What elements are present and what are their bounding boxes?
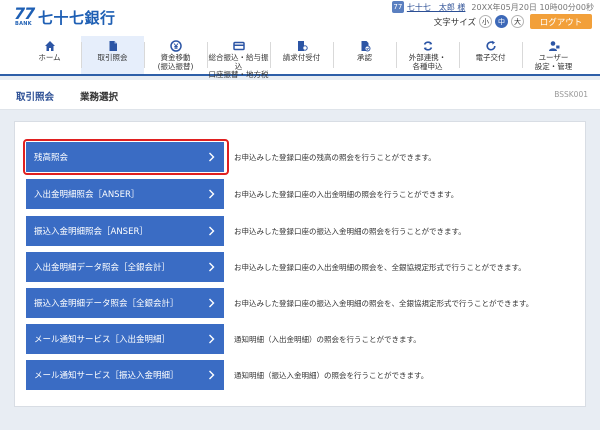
person-document-icon — [295, 40, 309, 52]
font-size-small-button[interactable]: 小 — [479, 15, 492, 28]
nav-label: 請求付受付 — [282, 53, 321, 62]
nav-item-bulk-transfer[interactable]: 総合振込・給与振込 口座振替・地方税 — [207, 36, 270, 79]
menu-row-mail-deposits: メール通知サービス［振込入金明細］ 通知明細（振込入金明細）の照会を行うことがで… — [26, 360, 571, 390]
mail-notice-transactions-button[interactable]: メール通知サービス［入出金明細］ — [26, 324, 224, 354]
deposit-detail-anser-button[interactable]: 振込入金明細照会［ANSER］ — [26, 216, 224, 246]
menu-row-mail-transactions: メール通知サービス［入出金明細］ 通知明細（入出金明細）の照会を行うことができま… — [26, 324, 571, 354]
last-login-time: 20XX年05月20日 10時00分00秒 — [471, 2, 594, 12]
card-icon — [232, 40, 246, 52]
menu-description: お申込みした登録口座の振込入金明細の照会を、全銀協規定形式で行うことができます。 — [234, 299, 534, 308]
balance-inquiry-button[interactable]: 残高照会 — [26, 142, 224, 172]
chevron-right-icon — [206, 368, 216, 382]
chevron-right-icon — [206, 150, 216, 164]
menu-row-deposit-anser: 振込入金明細照会［ANSER］ お申込みした登録口座の振込入金明細の照会を行うこ… — [26, 216, 571, 246]
font-size-medium-button[interactable]: 中 — [495, 15, 508, 28]
menu-row-transactions-zengin: 入出金明細データ照会［全銀会計］ お申込みした登録口座の入出金明細の照会を、全銀… — [26, 252, 571, 282]
service-menu-panel: 残高照会 お申込みした登録口座の残高の照会を行うことができます。 入出金明細照会… — [14, 121, 586, 407]
font-size-large-button[interactable]: 大 — [511, 15, 524, 28]
page-title: 業務選択 — [80, 92, 119, 103]
nav-label: 総合振込・給与振込 口座振替・地方税 — [208, 53, 269, 80]
yen-transfer-icon — [169, 40, 183, 52]
nav-item-e-delivery[interactable]: 電子交付 — [459, 36, 522, 74]
nav-label: 電子交付 — [475, 53, 506, 62]
logo-mark: 77 BANK — [14, 4, 35, 30]
nav-label: 外部連携・ 各種申込 — [408, 53, 447, 71]
logo-mark-bank: BANK — [15, 21, 32, 27]
menu-row-deposit-zengin: 振込入金明細データ照会［全銀会計］ お申込みした登録口座の振込入金明細の照会を、… — [26, 288, 571, 318]
nav-label: 取引照会 — [97, 53, 128, 62]
menu-row-transactions-anser: 入出金明細照会［ANSER］ お申込みした登録口座の入出金明細の照会を行うことが… — [26, 179, 571, 209]
transaction-data-zengin-button[interactable]: 入出金明細データ照会［全銀会計］ — [26, 252, 224, 282]
sync-icon — [421, 40, 435, 52]
button-label: 入出金明細データ照会［全銀会計］ — [34, 263, 171, 273]
deposit-data-zengin-button[interactable]: 振込入金明細データ照会［全銀会計］ — [26, 288, 224, 318]
chevron-right-icon — [206, 187, 216, 201]
nav-item-inquiry[interactable]: 取引照会 — [81, 36, 144, 74]
breadcrumb: 取引照会 業務選択 BSSK001 — [0, 80, 600, 110]
font-size-control: 文字サイズ 小 中 大 — [434, 15, 524, 28]
nav-item-external-link[interactable]: 外部連携・ 各種申込 — [396, 36, 459, 74]
chevron-right-icon — [206, 224, 216, 238]
button-label: 振込入金明細データ照会［全銀会計］ — [34, 299, 179, 309]
nav-item-home[interactable]: ホーム — [18, 36, 81, 74]
user-name[interactable]: 七十七 太郎 様 — [407, 2, 466, 13]
chevron-right-icon — [206, 260, 216, 274]
user-settings-icon — [547, 40, 561, 52]
breadcrumb-category: 取引照会 — [16, 92, 55, 103]
button-label: 振込入金明細照会［ANSER］ — [34, 227, 148, 237]
approve-icon — [358, 40, 372, 52]
chevron-right-icon — [206, 332, 216, 346]
menu-description: お申込みした登録口座の入出金明細の照会を行うことができます。 — [234, 190, 459, 199]
header: 77 BANK 七十七銀行 77 七十七 太郎 様 20XX年05月20日 10… — [0, 0, 600, 36]
nav-label: ユーザー 設定・管理 — [534, 53, 573, 71]
menu-description: 通知明細（振込入金明細）の照会を行うことができます。 — [234, 371, 429, 380]
home-icon — [43, 40, 57, 52]
nav-label: 承認 — [357, 53, 372, 62]
button-label: 入出金明細照会［ANSER］ — [34, 190, 140, 200]
user-info: 77 七十七 太郎 様 20XX年05月20日 10時00分00秒 — [391, 1, 594, 13]
screen-id: BSSK001 — [554, 90, 588, 99]
nav-item-billing[interactable]: 請求付受付 — [270, 36, 333, 74]
menu-description: お申込みした登録口座の入出金明細の照会を、全銀協規定形式で行うことができます。 — [234, 263, 526, 272]
document-icon — [106, 40, 120, 52]
button-label: メール通知サービス［振込入金明細］ — [34, 371, 179, 381]
global-nav: ホーム 取引照会 資金移動 (振込振替) 総合振込・給与振込 口座振替・地方税 … — [0, 36, 600, 79]
transaction-detail-anser-button[interactable]: 入出金明細照会［ANSER］ — [26, 179, 224, 209]
font-size-label: 文字サイズ — [433, 17, 476, 28]
nav-item-user-settings[interactable]: ユーザー 設定・管理 — [522, 36, 585, 74]
chevron-right-icon — [206, 296, 216, 310]
nav-label: 資金移動 (振込振替) — [157, 53, 194, 71]
menu-description: お申込みした登録口座の振込入金明細の照会を行うことができます。 — [234, 227, 466, 236]
nav-label: ホーム — [38, 53, 61, 62]
logo-name: 七十七銀行 — [38, 9, 116, 27]
menu-row-balance: 残高照会 お申込みした登録口座の残高の照会を行うことができます。 — [23, 139, 571, 175]
bank-logo[interactable]: 77 BANK 七十七銀行 — [14, 4, 116, 30]
mail-notice-deposits-button[interactable]: メール通知サービス［振込入金明細］ — [26, 360, 224, 390]
button-label: 残高照会 — [34, 153, 69, 163]
logout-button[interactable]: ログアウト — [530, 14, 592, 29]
refresh-icon — [484, 40, 498, 52]
user-badge-icon: 77 — [391, 1, 404, 13]
nav-item-fund-transfer[interactable]: 資金移動 (振込振替) — [144, 36, 207, 74]
menu-description: お申込みした登録口座の残高の照会を行うことができます。 — [234, 153, 436, 162]
button-label: メール通知サービス［入出金明細］ — [34, 335, 171, 345]
nav-item-approval[interactable]: 承認 — [333, 36, 396, 74]
menu-description: 通知明細（入出金明細）の照会を行うことができます。 — [234, 335, 421, 344]
